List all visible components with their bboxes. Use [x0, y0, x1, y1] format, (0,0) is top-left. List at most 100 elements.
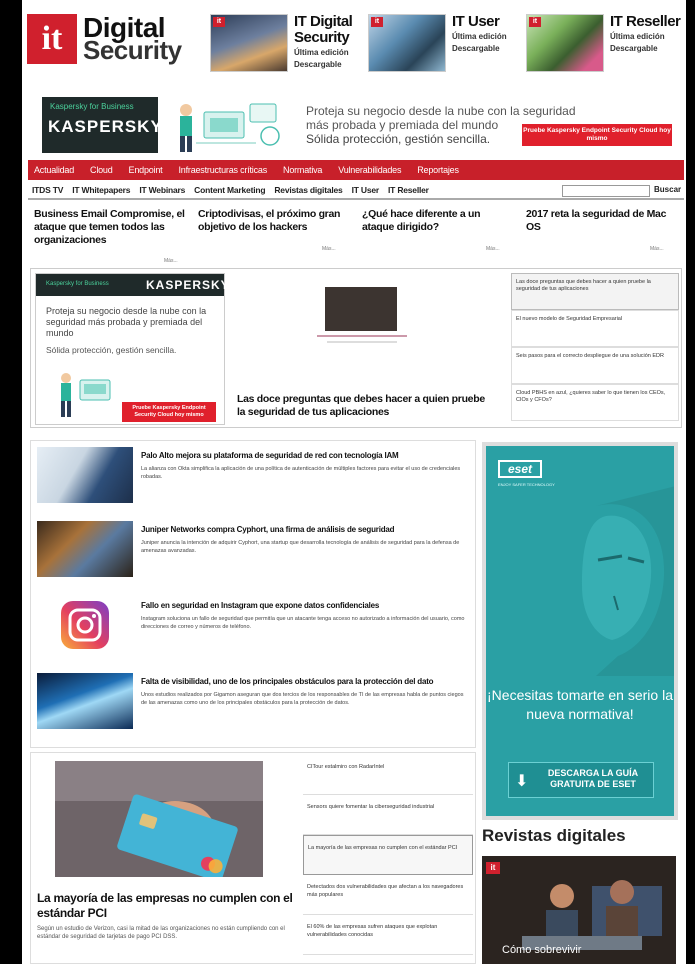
nav-item-reportajes[interactable]: Reportajes [417, 165, 459, 175]
side-article-item[interactable]: El nuevo modelo de Seguridad Empresarial [511, 310, 679, 347]
kaspersky-ad-sub: Sólida protección, gestión sencilla. [46, 345, 177, 355]
nav2-item-content-marketing[interactable]: Content Marketing [194, 185, 265, 195]
nav2-item-it-user[interactable]: IT User [352, 185, 380, 195]
news-title[interactable]: Palo Alto mejora su plataforma de seguri… [141, 451, 399, 460]
bottom-title[interactable]: La mayoría de las empresas no cumplen co… [37, 891, 303, 921]
news-list: Palo Alto mejora su plataforma de seguri… [30, 440, 476, 748]
bottom-article-list: CITour estalmiro con RadarIntel Sensors … [303, 755, 473, 955]
primary-nav: Actualidad Cloud Endpoint Infraestructur… [28, 160, 684, 180]
news-image-handshake [37, 447, 133, 503]
top-ad-banner[interactable]: Kaspersky for Business KASPERSKY Proteja… [42, 94, 674, 156]
banner-cta-button[interactable]: Pruebe Kaspersky Endpoint Security Cloud… [522, 124, 672, 146]
nav-item-normativa[interactable]: Normativa [283, 165, 322, 175]
side-article-item[interactable]: Cloud PBHS en azul, ¿quieres saber lo qu… [511, 384, 679, 421]
news-title[interactable]: Fallo en seguridad en Instagram que expo… [141, 601, 379, 610]
magazine-cover: it [368, 14, 446, 72]
headline-card[interactable]: Business Email Compromise, el ataque que… [34, 208, 194, 264]
eset-download-button[interactable]: ⬇ DESCARGA LA GUÍA GRATUITA DE ESET [508, 762, 654, 798]
cloud-illustration-icon [180, 103, 280, 152]
headline-card[interactable]: ¿Qué hace diferente a un ataque dirigido… [362, 208, 500, 252]
magazine-title-2: Security [294, 29, 350, 46]
nav-item-infraestructuras[interactable]: Infraestructuras críticas [178, 165, 267, 175]
nav-item-actualidad[interactable]: Actualidad [34, 165, 74, 175]
magazine-sub-2: Descargable [452, 44, 500, 53]
kaspersky-ad-header: Kaspersky for Business KASPERSKY [36, 274, 229, 296]
news-title[interactable]: Juniper Networks compra Cyphort, una fir… [141, 525, 395, 534]
featured-title[interactable]: Las doce preguntas que debes hacer a qui… [237, 393, 487, 419]
nav-item-vulnerabilidades[interactable]: Vulnerabilidades [338, 165, 401, 175]
kaspersky-ad-cta-button[interactable]: Pruebe Kaspersky Endpoint Security Cloud… [122, 402, 216, 422]
news-image-instagram [37, 597, 133, 653]
headline-card[interactable]: 2017 reta la seguridad de Mac OS Más... [526, 208, 676, 252]
nav2-item-itds-tv[interactable]: ITDS TV [32, 185, 63, 195]
magazine-sub: Última edición [294, 48, 349, 57]
nav2-item-whitepapers[interactable]: IT Whitepapers [72, 185, 130, 195]
kaspersky-ad-text: Proteja su negocio desde la nube con la … [46, 306, 207, 338]
secondary-nav: ITDS TV IT Whitepapers IT Webinars Conte… [28, 182, 684, 200]
news-title[interactable]: Falta de visibilidad, uno de los princip… [141, 677, 434, 686]
search-input[interactable] [562, 185, 650, 197]
news-item[interactable]: Juniper Networks compra Cyphort, una fir… [37, 521, 473, 581]
nav-item-endpoint[interactable]: Endpoint [129, 165, 163, 175]
news-desc: La alianza con Okta simplifica la aplica… [141, 466, 461, 480]
news-image-server [37, 673, 133, 729]
featured-image-caption-line [317, 335, 407, 337]
more-link[interactable]: Más... [486, 246, 500, 252]
headline-title[interactable]: ¿Qué hace diferente a un ataque dirigido… [362, 208, 492, 234]
featured-image [325, 287, 397, 331]
news-item[interactable]: Palo Alto mejora su plataforma de seguri… [37, 447, 473, 507]
magazine-badge-icon: it [371, 17, 383, 27]
news-item[interactable]: Fallo en seguridad en Instagram que expo… [37, 597, 473, 657]
magazine-sub-2: Descargable [294, 60, 342, 69]
bottom-summary: Según un estudio de Verizon, casi la mit… [37, 926, 285, 940]
magazine-itreseller[interactable]: it IT Reseller Última edición Descargabl… [526, 13, 681, 72]
nav2-item-webinars[interactable]: IT Webinars [139, 185, 185, 195]
site-logo[interactable]: it Digital Security [27, 14, 182, 64]
eset-ad[interactable]: eset ENJOY SAFER TECHNOLOGY ¡Necesitas t… [482, 442, 678, 820]
featured-article[interactable]: Las doce preguntas que debes hacer a qui… [237, 273, 507, 425]
headline-title[interactable]: Business Email Compromise, el ataque que… [34, 208, 194, 247]
magazine-ituser[interactable]: it IT User Última edición Descargable [368, 14, 507, 72]
eset-logo: eset [498, 460, 542, 478]
nav2-item-it-reseller[interactable]: IT Reseller [388, 185, 429, 195]
side-article-item[interactable]: Seis pasos para el correcto despliegue d… [511, 347, 679, 384]
site-header: it Digital Security it IT Digital Securi… [22, 6, 686, 78]
magazine-title: IT Digital [294, 13, 353, 30]
bottom-article-item[interactable]: Sensors quiere fomentar la cibersegurida… [303, 795, 473, 835]
bottom-article-item[interactable]: Detectados dos vulnerabilidades que afec… [303, 875, 473, 915]
bottom-article-item[interactable]: CITour estalmiro con RadarIntel [303, 755, 473, 795]
headline-card[interactable]: Criptodivisas, el próximo gran objetivo … [198, 208, 358, 252]
eset-headline: ¡Necesitas tomarte en serio la nueva nor… [487, 687, 673, 722]
magazine-sub: Última edición [452, 32, 507, 41]
kaspersky-ad-tag: Kaspersky for Business [46, 281, 109, 287]
magazine-cover: it [526, 14, 604, 72]
kaspersky-logo: Kaspersky for Business KASPERSKY [42, 97, 162, 153]
side-article-item[interactable]: Las doce preguntas que debes hacer a qui… [511, 273, 679, 310]
magazine-itds[interactable]: it IT Digital Security Última edición De… [210, 13, 353, 72]
more-link[interactable]: Más... [322, 246, 336, 252]
banner-line1: Proteja su negocio desde la nube con la … [306, 104, 576, 118]
bottom-article-item[interactable]: El 60% de las empresas sufren ataques qu… [303, 915, 473, 955]
bottom-article-item[interactable]: La mayoría de las empresas no cumplen co… [303, 835, 473, 875]
robot-face-icon [582, 486, 674, 676]
logo-line2: Security [83, 35, 182, 65]
revistas-cover[interactable]: it Cómo sobrevivir [482, 856, 676, 964]
news-desc: Instagram soluciona un fallo de segurida… [141, 616, 465, 630]
more-link[interactable]: Más... [164, 258, 178, 264]
nav-item-cloud[interactable]: Cloud [90, 165, 113, 175]
revistas-badge-icon: it [486, 862, 500, 874]
news-desc: Juniper anuncia la intención de adquirir… [141, 540, 460, 554]
headline-title[interactable]: Criptodivisas, el próximo gran objetivo … [198, 208, 358, 234]
magazine-title: IT Reseller [610, 13, 681, 30]
news-image-circuit [37, 521, 133, 577]
magazine-badge-icon: it [213, 17, 225, 27]
kaspersky-side-ad[interactable]: Kaspersky for Business KASPERSKY Proteja… [35, 273, 229, 425]
headline-title[interactable]: 2017 reta la seguridad de Mac OS [526, 208, 676, 234]
search-button[interactable]: Buscar [654, 185, 681, 194]
more-link[interactable]: Más... [650, 246, 664, 252]
feature-section: Kaspersky for Business KASPERSKY Proteja… [30, 268, 682, 428]
news-item[interactable]: Falta de visibilidad, uno de los princip… [37, 673, 473, 733]
nav2-item-revistas[interactable]: Revistas digitales [274, 185, 342, 195]
person-illustration-icon [61, 373, 111, 417]
eset-download-label: DESCARGA LA GUÍA GRATUITA DE ESET [547, 768, 639, 789]
